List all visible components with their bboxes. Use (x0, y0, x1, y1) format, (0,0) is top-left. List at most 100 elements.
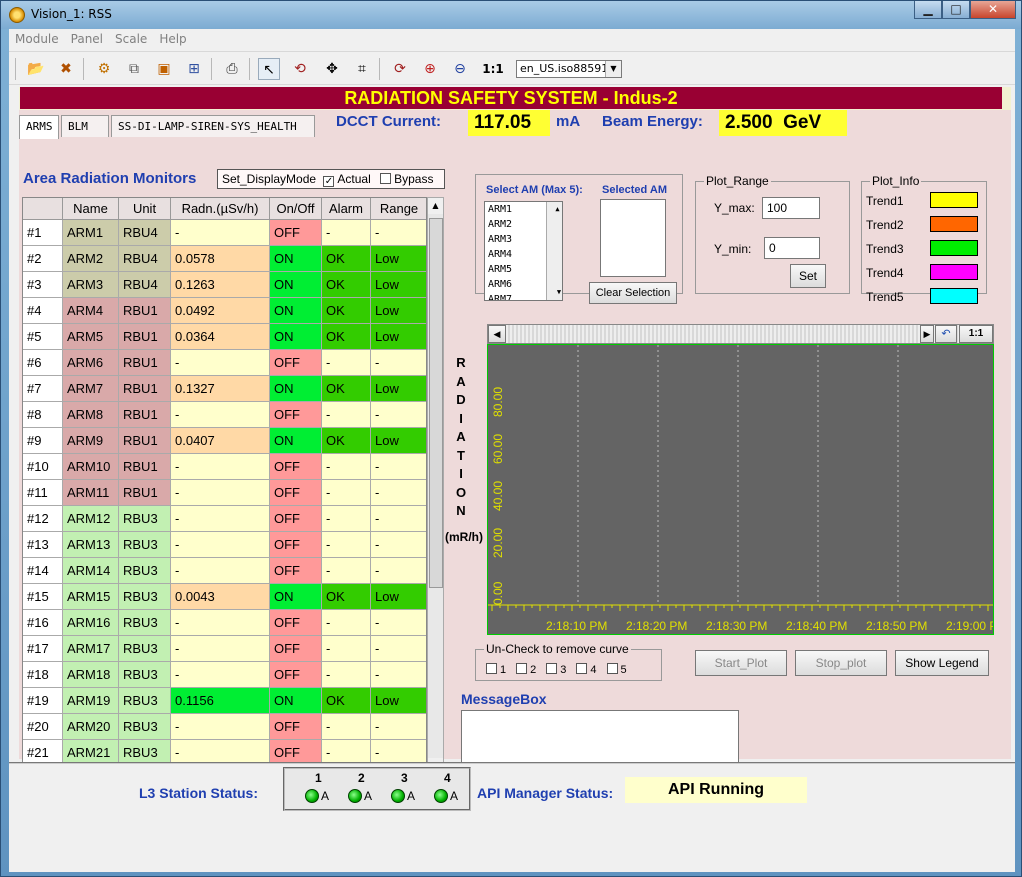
cell-name[interactable]: ARM3 (63, 272, 119, 298)
cell-range[interactable]: - (371, 610, 426, 636)
cell-name[interactable]: ARM4 (63, 298, 119, 324)
cell-range[interactable]: Low (371, 272, 426, 298)
cell-row-num[interactable]: #10 (23, 454, 63, 480)
cell-range[interactable]: - (371, 506, 426, 532)
cell-alarm[interactable]: - (322, 610, 371, 636)
cell-radiation[interactable]: 0.1156 (171, 688, 270, 714)
rotate-icon[interactable]: ⟲ (289, 58, 311, 80)
cell-row-num[interactable]: #15 (23, 584, 63, 610)
clear-selection-button[interactable]: Clear Selection (589, 282, 677, 304)
cell-unit[interactable]: RBU1 (119, 298, 171, 324)
column-header-name[interactable]: Name (63, 198, 119, 220)
cell-range[interactable]: Low (371, 376, 426, 402)
cell-on-off[interactable]: OFF (270, 610, 322, 636)
cell-row-num[interactable]: #20 (23, 714, 63, 740)
actual-checkbox[interactable]: ✓ (323, 176, 335, 187)
move-icon[interactable]: ✥ (321, 58, 343, 80)
cell-name[interactable]: ARM8 (63, 402, 119, 428)
cell-alarm[interactable]: - (322, 220, 371, 246)
cell-alarm[interactable]: OK (322, 246, 371, 272)
cell-radiation[interactable]: - (171, 350, 270, 376)
cell-name[interactable]: ARM20 (63, 714, 119, 740)
cell-range[interactable]: - (371, 714, 426, 740)
column-header-row-num[interactable] (23, 198, 63, 220)
hierarchy-icon[interactable]: ⧉ (123, 58, 145, 80)
cell-on-off[interactable]: OFF (270, 532, 322, 558)
cell-name[interactable]: ARM19 (63, 688, 119, 714)
pointer-icon[interactable]: ↖ (258, 58, 280, 80)
cell-alarm[interactable]: - (322, 350, 371, 376)
locale-select[interactable]: en_US.iso88591 ▼ (516, 60, 622, 78)
cell-unit[interactable]: RBU3 (119, 636, 171, 662)
cell-name[interactable]: ARM12 (63, 506, 119, 532)
cell-alarm[interactable]: OK (322, 688, 371, 714)
panel-icon[interactable]: ▣ (153, 58, 175, 80)
cell-on-off[interactable]: OFF (270, 350, 322, 376)
cell-radiation[interactable]: - (171, 480, 270, 506)
scroll-down-icon[interactable]: ▼ (550, 285, 562, 300)
cell-alarm[interactable]: - (322, 454, 371, 480)
cell-unit[interactable]: RBU3 (119, 688, 171, 714)
am-list-scrollbar[interactable]: ▲ ▼ (546, 202, 562, 300)
crop-icon[interactable]: ⌗ (351, 58, 373, 80)
cell-radiation[interactable]: - (171, 558, 270, 584)
start-plot-button[interactable]: Start_Plot (695, 650, 787, 676)
cell-radiation[interactable]: - (171, 714, 270, 740)
plot-scroll-right-icon[interactable]: ▶ (920, 325, 934, 343)
cell-range[interactable]: Low (371, 688, 426, 714)
cell-unit[interactable]: RBU1 (119, 324, 171, 350)
cell-unit[interactable]: RBU4 (119, 220, 171, 246)
cell-on-off[interactable]: ON (270, 376, 322, 402)
cell-radiation[interactable]: 0.1327 (171, 376, 270, 402)
zoom-in-icon[interactable]: ⊕ (419, 58, 441, 80)
table-scrollbar[interactable]: ▲ ▼ (427, 197, 444, 775)
settings-gear-icon[interactable]: ⚙ (93, 58, 115, 80)
selected-am-listbox[interactable] (600, 199, 666, 277)
cell-unit[interactable]: RBU3 (119, 714, 171, 740)
scroll-up-icon[interactable]: ▲ (428, 198, 443, 214)
cell-on-off[interactable]: OFF (270, 636, 322, 662)
cell-alarm[interactable]: OK (322, 584, 371, 610)
cell-range[interactable]: - (371, 402, 426, 428)
cell-alarm[interactable]: OK (322, 298, 371, 324)
column-header-range[interactable]: Range (371, 198, 426, 220)
bypass-checkbox[interactable] (380, 173, 392, 184)
cell-unit[interactable]: RBU3 (119, 532, 171, 558)
cell-on-off[interactable]: ON (270, 298, 322, 324)
refresh-zoom-icon[interactable]: ⟳ (389, 58, 411, 80)
cell-row-num[interactable]: #14 (23, 558, 63, 584)
menu-help[interactable]: Help (153, 29, 192, 46)
curve-checkbox[interactable] (516, 663, 528, 674)
plot-scroll-left-icon[interactable]: ◀ (488, 325, 506, 343)
cell-range[interactable]: Low (371, 428, 426, 454)
cell-name[interactable]: ARM17 (63, 636, 119, 662)
cell-row-num[interactable]: #9 (23, 428, 63, 454)
column-header-alarm[interactable]: Alarm (322, 198, 371, 220)
cell-row-num[interactable]: #16 (23, 610, 63, 636)
cell-on-off[interactable]: ON (270, 428, 322, 454)
zoom-out-icon[interactable]: ⊖ (449, 58, 471, 80)
stop-plot-button[interactable]: Stop_plot (795, 650, 887, 676)
cell-row-num[interactable]: #13 (23, 532, 63, 558)
cell-on-off[interactable]: OFF (270, 402, 322, 428)
cell-radiation[interactable]: - (171, 220, 270, 246)
minimize-button[interactable]: ▁ (914, 1, 942, 19)
cell-alarm[interactable]: OK (322, 324, 371, 350)
cell-unit[interactable]: RBU3 (119, 662, 171, 688)
cell-unit[interactable]: RBU1 (119, 480, 171, 506)
cell-on-off[interactable]: ON (270, 688, 322, 714)
cell-radiation[interactable]: - (171, 506, 270, 532)
cell-range[interactable]: Low (371, 298, 426, 324)
cell-alarm[interactable]: OK (322, 376, 371, 402)
cell-alarm[interactable]: - (322, 402, 371, 428)
cell-alarm[interactable]: - (322, 558, 371, 584)
cell-radiation[interactable]: 0.0578 (171, 246, 270, 272)
cell-radiation[interactable]: - (171, 454, 270, 480)
cell-row-num[interactable]: #12 (23, 506, 63, 532)
cell-range[interactable]: - (371, 220, 426, 246)
cell-radiation[interactable]: - (171, 402, 270, 428)
cell-alarm[interactable]: - (322, 506, 371, 532)
cell-on-off[interactable]: OFF (270, 714, 322, 740)
open-folder-icon[interactable]: 📂 (25, 58, 47, 80)
close-module-icon[interactable]: ✖ (55, 58, 77, 80)
